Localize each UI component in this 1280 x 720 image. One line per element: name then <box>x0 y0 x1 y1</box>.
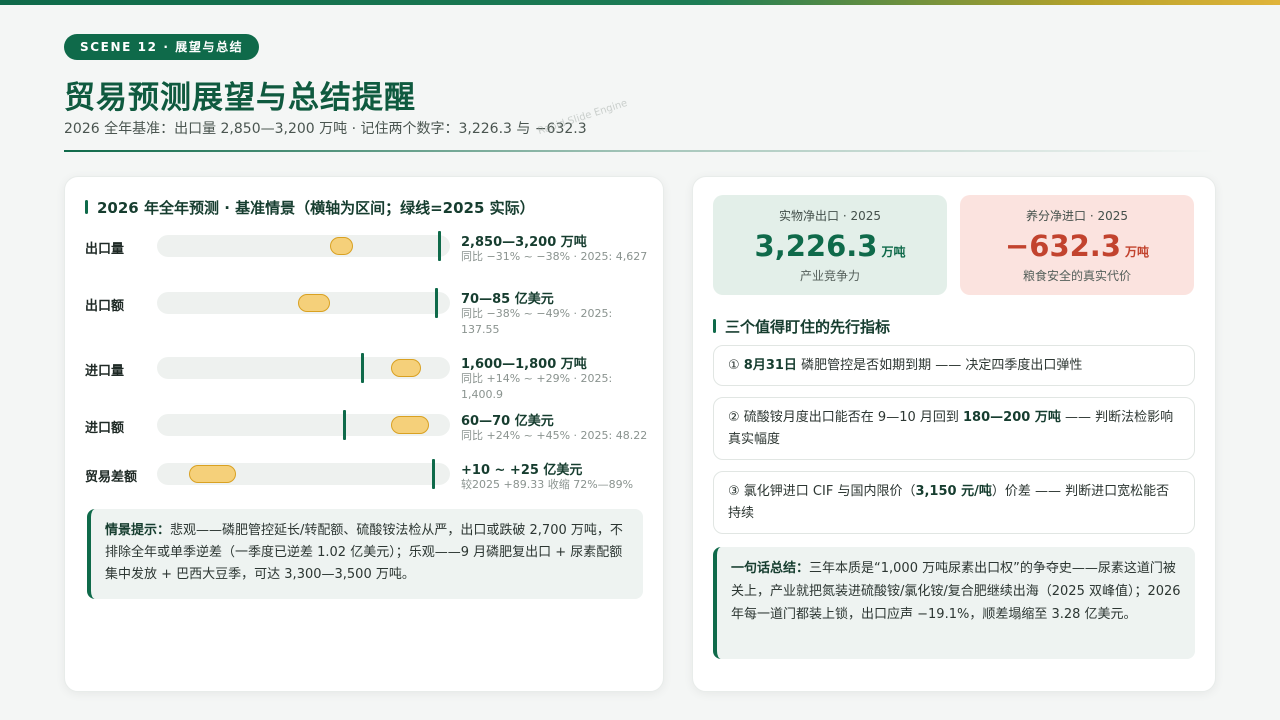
actual-2025-marker <box>438 231 442 261</box>
net-import-label: 养分净进口 · 2025 <box>1026 209 1128 223</box>
header-divider <box>64 150 1216 152</box>
forecast-row-value: 60—70 亿美元 <box>461 414 554 429</box>
forecast-range-track <box>157 353 450 383</box>
net-import-stat: 养分净进口 · 2025 −632.3 万吨 粮食安全的真实代价 <box>960 195 1194 295</box>
forecast-row-label: 出口额 <box>85 299 125 314</box>
forecast-row-value: 2,850—3,200 万吨 <box>461 235 587 250</box>
forecast-row-label: 贸易差额 <box>85 470 138 485</box>
forecast-range-bar <box>391 416 430 434</box>
indicator-item-1: ① 8月31日 磷肥管控是否如期到期 —— 决定四季度出口弹性 <box>713 345 1195 386</box>
forecast-row-label: 进口量 <box>85 364 125 379</box>
forecast-range-track <box>157 410 450 440</box>
indicator-item-3: ③ 氯化钾进口 CIF 与国内限价（3,150 元/吨）价差 —— 判断进口宽松… <box>713 471 1195 534</box>
forecast-range-track <box>157 288 450 318</box>
scenario-hint: 情景提示：悲观——磷肥管控延长/转配额、硫酸铵法检从严，出口或跌破 2,700 … <box>87 509 643 599</box>
indicators-title: 三个值得盯住的先行指标 <box>713 316 890 337</box>
indicator-3-prefix: ③ <box>728 483 744 499</box>
summary-title: 一句话总结： <box>731 561 810 576</box>
forecast-row-value: 70—85 亿美元 <box>461 292 554 307</box>
net-export-stat: 实物净出口 · 2025 3,226.3 万吨 产业竞争力 <box>713 195 947 295</box>
forecast-row-detail: 同比 −31% ~ −38% · 2025: 4,627 <box>461 250 648 263</box>
indicator-3-text: 氯化钾进口 CIF 与国内限价（ <box>743 483 916 499</box>
summary-card: 实物净出口 · 2025 3,226.3 万吨 产业竞争力 养分净进口 · 202… <box>692 176 1216 692</box>
forecast-row-detail: 同比 +24% ~ +45% · 2025: 48.22 <box>461 429 648 442</box>
net-export-number: 3,226.3 <box>754 229 878 263</box>
forecast-row-value: 1,600—1,800 万吨 <box>461 357 587 372</box>
forecast-row-detail: 同比 −38% ~ −49% · 2025: 137.55 <box>461 307 613 336</box>
indicator-3-highlight: 3,150 元/吨 <box>915 483 992 499</box>
indicator-1-prefix: ① <box>728 357 744 373</box>
indicator-2-text: 硫酸铵月度出口能否在 9—10 月回到 <box>743 409 964 425</box>
one-line-summary: 一句话总结：三年本质是“1,000 万吨尿素出口权”的争夺史——尿素这道门被关上… <box>713 547 1195 659</box>
net-export-caption: 产业竞争力 <box>799 269 860 283</box>
net-export-label: 实物净出口 · 2025 <box>779 209 881 223</box>
forecast-range-bar <box>329 237 354 255</box>
forecast-row-detail: 较2025 +89.33 收缩 72%—89% <box>461 478 634 491</box>
forecast-row-label: 进口额 <box>85 421 125 436</box>
page-title: 贸易预测展望与总结提醒 <box>64 80 416 116</box>
forecast-row-label: 出口量 <box>85 242 125 257</box>
forecast-range-bar <box>189 465 237 483</box>
indicator-item-2: ② 硫酸铵月度出口能否在 9—10 月回到 180—200 万吨 —— 判断法检… <box>713 397 1195 460</box>
net-export-value: 3,226.3 万吨 <box>713 229 947 263</box>
forecast-row-value: +10 ~ +25 亿美元 <box>461 463 583 478</box>
actual-2025-marker <box>360 353 364 383</box>
forecast-row-detail: 同比 +14% ~ +29% · 2025: 1,400.9 <box>461 372 613 401</box>
indicator-1-text: 磷肥管控是否如期到期 —— 决定四季度出口弹性 <box>796 357 1083 373</box>
forecast-range-track <box>157 459 450 489</box>
actual-2025-marker <box>435 288 439 318</box>
forecast-range-bar <box>391 359 421 377</box>
indicator-2-prefix: ② <box>728 409 744 425</box>
forecast-title: 2026 年全年预测 · 基准情景（横轴为区间；绿线=2025 实际） <box>85 197 535 218</box>
page-subtitle: 2026 全年基准：出口量 2,850—3,200 万吨 · 记住两个数字：3,… <box>64 121 587 137</box>
scene-badge: SCENE 12 · 展望与总结 <box>64 34 260 60</box>
net-import-unit: 万吨 <box>1125 245 1150 259</box>
top-accent-bar <box>0 0 1280 5</box>
indicator-1-date: 8月31日 <box>743 357 797 373</box>
scenario-hint-title: 情景提示： <box>105 523 171 538</box>
net-import-number: −632.3 <box>1004 229 1121 263</box>
net-import-caption: 粮食安全的真实代价 <box>1022 269 1131 283</box>
forecast-range-track <box>157 231 450 261</box>
forecast-card: 2026 年全年预测 · 基准情景（横轴为区间；绿线=2025 实际） 出口量 2… <box>64 176 664 692</box>
indicator-2-highlight: 180—200 万吨 <box>963 409 1061 425</box>
forecast-range-bar <box>297 294 330 312</box>
actual-2025-marker <box>432 459 436 489</box>
net-export-unit: 万吨 <box>881 245 906 259</box>
actual-2025-marker <box>343 410 347 440</box>
scenario-hint-text: 悲观——磷肥管控延长/转配额、硫酸铵法检从严，出口或跌破 2,700 万吨，不排… <box>105 523 623 582</box>
net-import-value: −632.3 万吨 <box>960 229 1194 263</box>
